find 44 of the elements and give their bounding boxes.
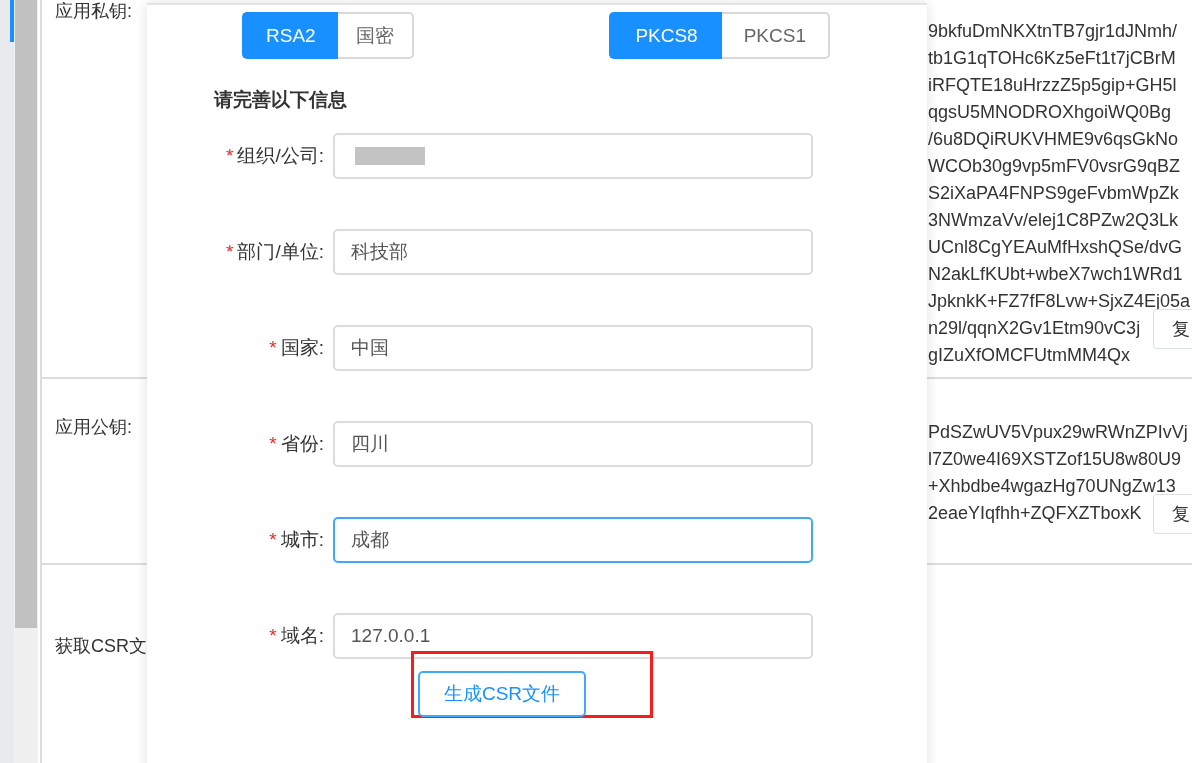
required-mark: * bbox=[269, 337, 277, 358]
key-text: 9bkfuDmNKXtnTB7gjr1dJNmh/ bbox=[928, 20, 1178, 43]
required-mark: * bbox=[269, 433, 277, 454]
required-mark: * bbox=[269, 529, 277, 550]
key-text: qgsU5MNODROXhgoiWQ0Bg bbox=[928, 101, 1172, 124]
key-text: S2iXaPA4FNPS9geFvbmWpZk bbox=[928, 182, 1179, 205]
key-text: gIZuXfOMCFUtmMM4Qx bbox=[928, 344, 1130, 367]
key-text: /6u8DQiRUKVHME9v6qsGkNo bbox=[928, 128, 1179, 151]
key-text: 2eaeYIqfhh+ZQFXZTboxK bbox=[928, 502, 1142, 525]
input-field[interactable]: 中国 bbox=[333, 325, 813, 371]
field-label: 获取CSR文 bbox=[55, 635, 147, 657]
segment-option[interactable]: 国密 bbox=[337, 12, 414, 59]
input-field[interactable]: 科技部 bbox=[333, 229, 813, 275]
key-text: n29l/qqnX2Gv1Etm90vC3j bbox=[928, 317, 1141, 340]
key-text: iRFQTE18uHrzzZ5p5gip+GH5l bbox=[928, 74, 1177, 97]
field-label: 域名: bbox=[280, 625, 324, 646]
field-label: 省份: bbox=[280, 433, 324, 454]
required-mark: * bbox=[269, 625, 277, 646]
active-indicator bbox=[10, 0, 14, 42]
field-label: 城市: bbox=[280, 529, 324, 550]
key-text: WCOb30g9vp5mFV0vsrG9qBZ bbox=[928, 155, 1181, 178]
segment-option[interactable]: PKCS1 bbox=[721, 12, 830, 59]
required-mark: * bbox=[226, 241, 234, 262]
key-text: N2akLfKUbt+wbeX7wch1WRd1 bbox=[928, 263, 1183, 286]
input-field[interactable]: 四川 bbox=[333, 421, 813, 467]
redaction-block bbox=[355, 147, 425, 165]
field-label: 应用公钥: bbox=[55, 416, 132, 438]
input-field[interactable]: 127.0.0.1 bbox=[333, 613, 813, 659]
key-text: UCnl8CgYEAuMfHxshQSe/dvG bbox=[928, 236, 1183, 259]
copy-button[interactable]: 复 bbox=[1153, 309, 1192, 349]
key-text: PdSZwUV5Vpux29wRWnZPIvVj bbox=[928, 421, 1188, 444]
key-text: tb1G1qTOHc6Kz5eFt1t7jCBrM bbox=[928, 47, 1176, 70]
field-label: 国家: bbox=[280, 337, 324, 358]
section-heading: 请完善以下信息 bbox=[214, 88, 348, 112]
scrollbar-thumb[interactable] bbox=[15, 0, 37, 628]
required-mark: * bbox=[226, 145, 234, 166]
copy-button[interactable]: 复 bbox=[1153, 494, 1192, 534]
field-label: 组织/公司: bbox=[237, 145, 324, 166]
input-field[interactable] bbox=[333, 133, 813, 179]
key-text: l7Z0we4I69XSTZof15U8w80U9 bbox=[928, 448, 1182, 471]
field-label: 部门/单位: bbox=[237, 241, 324, 262]
field-label: 应用私钥: bbox=[55, 0, 132, 22]
key-text: 3NWmzaVv/elej1C8PZw2Q3Lk bbox=[928, 209, 1179, 232]
input-field[interactable]: 成都 bbox=[333, 517, 813, 563]
